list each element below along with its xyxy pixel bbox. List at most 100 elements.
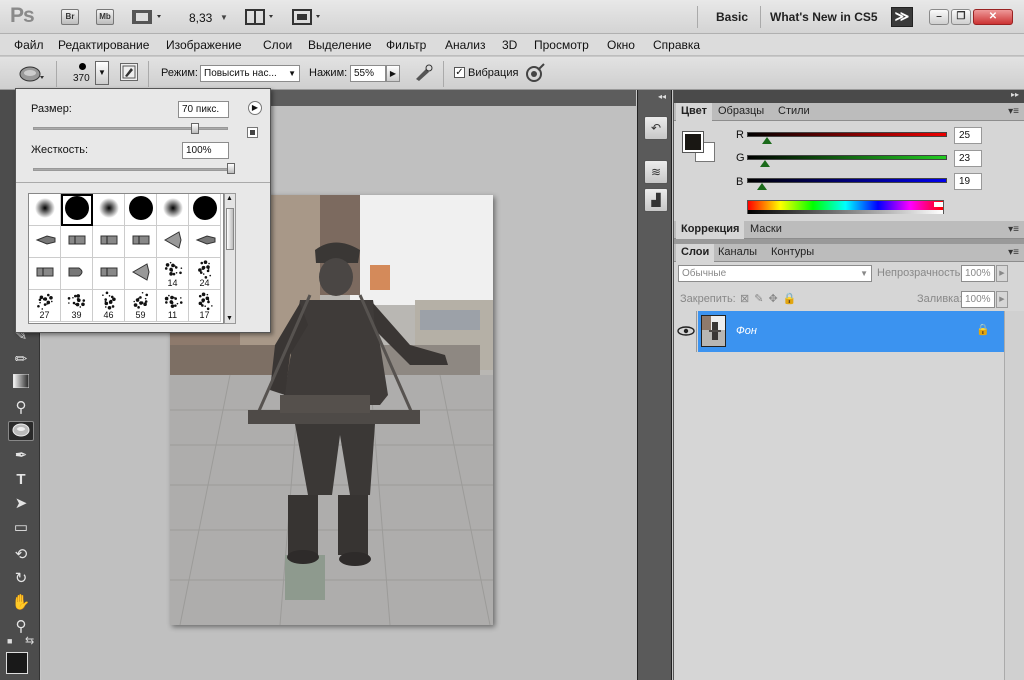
airbrush-toggle[interactable] — [413, 63, 435, 86]
swap-colors-icon[interactable]: ⇆ — [25, 634, 34, 647]
brush-preset-spray[interactable]: 39 — [61, 290, 93, 322]
menu-filter[interactable]: Фильтр — [386, 38, 426, 52]
brush-preset-spray[interactable]: 59 — [125, 290, 157, 322]
brush-preset-flat[interactable] — [93, 258, 125, 290]
brush-preset-spray[interactable]: 11 — [157, 290, 189, 322]
tablet-pressure-toggle[interactable] — [524, 63, 546, 86]
r-slider-thumb[interactable] — [761, 137, 772, 144]
menu-analysis[interactable]: Анализ — [445, 38, 486, 52]
brush-preset-soft[interactable] — [29, 194, 61, 226]
brush-preset-flat[interactable] — [93, 226, 125, 258]
rectangle-tool[interactable]: ▭ — [8, 518, 34, 538]
brush-preset-flat[interactable] — [61, 226, 93, 258]
hand-tool[interactable]: ✋ — [8, 593, 34, 613]
clone-source-icon[interactable]: ▟ — [644, 188, 668, 212]
brush-preset-spray[interactable]: 27 — [29, 290, 61, 322]
brush-preset-flat[interactable] — [125, 226, 157, 258]
tab-channels[interactable]: Каналы — [713, 244, 762, 262]
brush-preset-spray[interactable]: 46 — [93, 290, 125, 322]
type-tool[interactable]: T — [8, 470, 34, 490]
b-slider[interactable] — [747, 178, 947, 183]
bridge-button[interactable]: Br — [61, 9, 79, 25]
b-input[interactable]: 19 — [954, 173, 982, 190]
brush-preset-round[interactable] — [61, 258, 93, 290]
arrange-documents-button[interactable] — [245, 8, 277, 29]
menu-3d[interactable]: 3D — [502, 38, 517, 52]
g-slider[interactable] — [747, 155, 947, 160]
zoom-level[interactable]: 8,33 — [189, 11, 212, 25]
brush-panel-toggle[interactable] — [120, 63, 138, 81]
panel-menu-icon[interactable]: ▾≡ — [1008, 224, 1019, 235]
brush-panel-icon[interactable]: ≋ — [644, 160, 668, 184]
burn-tool[interactable]: ⚲ — [8, 398, 34, 418]
menu-view[interactable]: Просмотр — [534, 38, 589, 52]
preset-scrollbar[interactable]: ▲ ▼ — [224, 193, 236, 324]
scroll-up-icon[interactable]: ▲ — [226, 195, 233, 202]
brush-preset-hard[interactable] — [61, 194, 93, 226]
menu-layer[interactable]: Слои — [263, 38, 292, 52]
3d-rotate-tool[interactable]: ⟲ — [8, 545, 34, 565]
tab-color[interactable]: Цвет — [676, 103, 713, 121]
menu-file[interactable]: Файл — [14, 38, 44, 52]
size-slider-thumb[interactable] — [190, 123, 199, 134]
picker-menu-button[interactable]: ▶ — [248, 101, 262, 115]
scroll-down-icon[interactable]: ▼ — [226, 315, 233, 322]
foreground-color-swatch[interactable] — [6, 652, 28, 674]
collapse-icon[interactable]: ◂◂ — [658, 92, 666, 101]
layer-visibility-column[interactable] — [674, 311, 697, 352]
close-button[interactable]: ✕ — [973, 9, 1013, 25]
fill-slider-toggle[interactable]: ▶ — [996, 291, 1008, 308]
scrollbar-thumb[interactable] — [226, 208, 234, 250]
lock-all-icon[interactable]: 🔒 — [783, 293, 802, 305]
white-swatch[interactable] — [934, 202, 943, 207]
collapse-panels-icon[interactable]: ▸▸ — [1011, 90, 1019, 99]
mode-select[interactable]: Повысить нас... ▼ — [200, 65, 300, 82]
brush-preset-hard[interactable] — [125, 194, 157, 226]
brush-preset-soft[interactable] — [157, 194, 189, 226]
3d-orbit-tool[interactable]: ↻ — [8, 569, 34, 589]
minimize-button[interactable]: – — [929, 9, 949, 25]
opacity-input[interactable]: 100% — [961, 265, 995, 282]
brush-picker-button[interactable]: ▼ — [95, 61, 109, 85]
brush-preset-flat[interactable] — [29, 258, 61, 290]
panel-menu-icon[interactable]: ▾≡ — [1008, 247, 1019, 258]
workspace-basic[interactable]: Basic — [716, 10, 748, 24]
workspace-whats-new[interactable]: What's New in CS5 — [770, 10, 878, 24]
size-input[interactable]: 70 пикс. — [178, 101, 229, 118]
brush-preset-bristle[interactable] — [189, 226, 221, 258]
blend-mode-select[interactable]: Обычные ▼ — [678, 265, 872, 282]
pen-tool[interactable]: ✒ — [8, 446, 34, 466]
tab-swatches[interactable]: Образцы — [713, 103, 769, 121]
extras-menu-button[interactable] — [131, 8, 165, 29]
r-input[interactable]: 25 — [954, 127, 982, 144]
tab-adjustments[interactable]: Коррекция — [676, 221, 745, 239]
new-preset-button[interactable] — [247, 127, 258, 138]
panel-menu-icon[interactable]: ▾≡ — [1008, 106, 1019, 117]
history-panel-icon[interactable]: ↶ — [644, 116, 668, 140]
hardness-slider-thumb[interactable] — [227, 163, 235, 174]
tool-preset-picker[interactable] — [18, 65, 46, 86]
screen-mode-button[interactable] — [292, 8, 324, 29]
vibrance-checkbox[interactable]: ✓ — [454, 67, 465, 78]
tab-masks[interactable]: Маски — [745, 221, 787, 239]
menu-edit[interactable]: Редактирование — [58, 38, 149, 52]
lock-pixels-icon[interactable]: ✎ — [754, 293, 768, 305]
brush-preset-hard[interactable] — [189, 194, 221, 226]
brush-tool[interactable]: ✏ — [8, 350, 34, 370]
g-slider-thumb[interactable] — [760, 160, 771, 167]
menu-image[interactable]: Изображение — [166, 38, 242, 52]
brush-preset-spray[interactable]: 17 — [189, 290, 221, 322]
tab-layers[interactable]: Слои — [676, 244, 715, 262]
brush-preset-fan[interactable] — [157, 226, 189, 258]
fill-input[interactable]: 100% — [961, 291, 995, 308]
tab-paths[interactable]: Контуры — [766, 244, 819, 262]
lock-position-icon[interactable]: ✥ — [768, 293, 782, 305]
hardness-input[interactable]: 100% — [182, 142, 229, 159]
lock-transparency-icon[interactable]: ⊠ — [740, 293, 754, 305]
brush-preset-fan[interactable] — [125, 258, 157, 290]
color-spectrum-ramp[interactable] — [747, 200, 944, 214]
restore-button[interactable]: ❐ — [951, 9, 971, 25]
hardness-slider[interactable] — [33, 168, 231, 171]
r-slider[interactable] — [747, 132, 947, 137]
brush-preset-spray[interactable]: 14 — [157, 258, 189, 290]
